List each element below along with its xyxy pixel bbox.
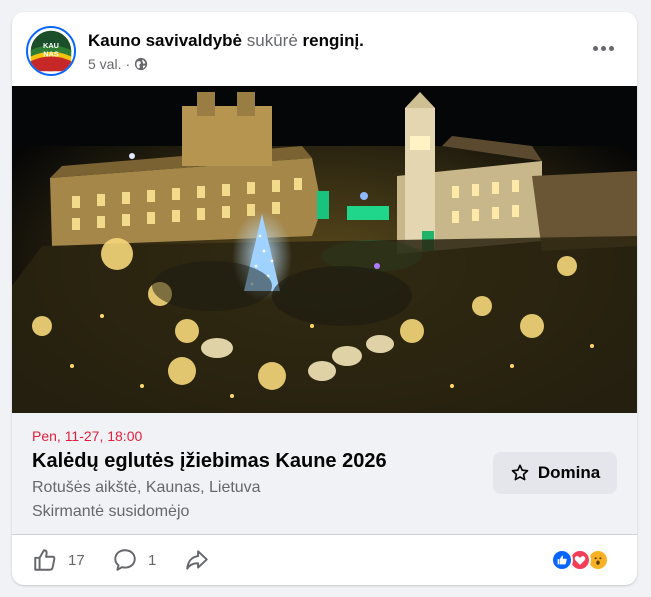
christmas-square-photo (12, 86, 637, 413)
avatar[interactable]: KAU NAS (26, 26, 76, 76)
reactions-summary[interactable] (551, 549, 621, 571)
share-button[interactable] (184, 547, 210, 573)
meta-separator: · (125, 56, 131, 72)
thumbs-up-outline-icon (34, 549, 56, 571)
globe-icon (135, 57, 148, 71)
event-title[interactable]: Kalėdų eglutės įžiebimas Kaune 2026 (32, 450, 387, 473)
comment-count: 1 (148, 551, 157, 569)
interested-button-label: Domina (537, 463, 601, 482)
post-action-text: sukūrė (246, 31, 298, 50)
event-cover-image[interactable] (12, 86, 637, 413)
more-dot (600, 45, 606, 51)
event-location: Rotušės aikštė, Kaunas, Lietuva (32, 479, 261, 496)
like-count: 17 (68, 551, 85, 569)
svg-text:NAS: NAS (43, 50, 59, 59)
interested-summary[interactable]: Skirmantė susidomėjo (32, 503, 189, 521)
post-meta: 5 val. · (88, 56, 148, 72)
star-outline-icon (511, 464, 529, 481)
comment-bubble-icon (114, 549, 136, 571)
comment-button[interactable]: 1 (112, 547, 156, 573)
author-name[interactable]: Kauno savivaldybė (88, 31, 242, 50)
post-action-bar: 17 1 (12, 534, 637, 585)
more-dot (608, 45, 614, 51)
post-header: KAU NAS Kauno savivaldybė sukūrė renginį… (12, 12, 637, 86)
post-time[interactable]: 5 val. (88, 56, 121, 72)
more-horizontal-icon (592, 45, 598, 51)
event-date: Pen, 11-27, 18:00 (32, 428, 143, 444)
event-info-panel[interactable]: Pen, 11-27, 18:00 Kalėdų eglutės įžiebim… (12, 413, 637, 534)
post-object-text[interactable]: renginį. (303, 31, 364, 50)
post-headline: Kauno savivaldybė sukūrė renginį. (88, 31, 364, 51)
like-button[interactable]: 17 (32, 547, 85, 573)
share-arrow-icon (186, 550, 208, 570)
more-options-button[interactable] (587, 38, 619, 58)
like-reaction-icon (551, 549, 573, 571)
event-post-card: KAU NAS Kauno savivaldybė sukūrė renginį… (12, 12, 637, 585)
kaunas-logo-icon: KAU NAS (30, 30, 72, 72)
interested-button[interactable]: Domina (493, 452, 617, 494)
